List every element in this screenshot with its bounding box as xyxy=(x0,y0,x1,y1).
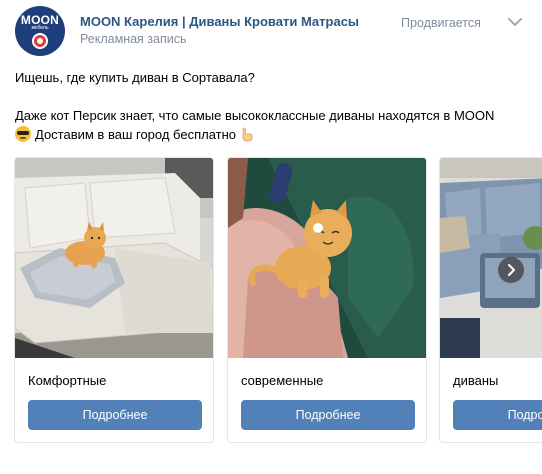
more-button[interactable]: Подробнее xyxy=(241,400,415,430)
pointing-hand-emoji-icon xyxy=(242,127,253,142)
card-caption: диваны xyxy=(453,373,499,388)
carousel-card[interactable]: Комфортные Подробнее xyxy=(14,157,214,443)
promoted-label: Продвигается xyxy=(401,16,481,30)
product-carousel: Комфортные Подробнее современные Подробн… xyxy=(0,157,542,447)
more-button[interactable]: Подробнее xyxy=(28,400,202,430)
card-caption: Комфортные xyxy=(28,373,107,388)
post-text-line: Ищешь, где купить диван в Сортавала? xyxy=(15,70,255,85)
post-text-line-with-emoji: Доставим в ваш город бесплатно xyxy=(15,125,530,144)
ad-post: MOON мебель MOON Карелия | Диваны Кроват… xyxy=(0,0,542,474)
plush-cat-photo[interactable] xyxy=(228,158,426,358)
chevron-down-icon[interactable] xyxy=(506,16,524,28)
post-text-line: Доставим в ваш город бесплатно xyxy=(35,127,237,142)
carousel-card[interactable]: диваны Подробнее xyxy=(439,157,542,443)
post-text: Ищешь, где купить диван в Сортавала? Даж… xyxy=(15,68,530,144)
avatar-logo-subtext: мебель xyxy=(31,25,49,31)
ad-label: Рекламная запись xyxy=(80,32,187,46)
group-avatar[interactable]: MOON мебель xyxy=(15,6,65,56)
sunglasses-emoji-icon xyxy=(15,126,31,142)
card-caption: современные xyxy=(241,373,324,388)
corner-sofa-photo[interactable] xyxy=(440,158,542,358)
logo-seal-icon xyxy=(32,33,48,49)
carousel-card[interactable]: современные Подробнее xyxy=(227,157,427,443)
sofa-photo[interactable] xyxy=(15,158,213,358)
post-text-line: Даже кот Персик знает, что самые высокок… xyxy=(15,108,495,123)
more-button[interactable]: Подробнее xyxy=(453,400,542,430)
group-name-link[interactable]: MOON Карелия | Диваны Кровати Матрасы xyxy=(80,14,359,29)
chevron-right-icon[interactable] xyxy=(498,257,524,283)
